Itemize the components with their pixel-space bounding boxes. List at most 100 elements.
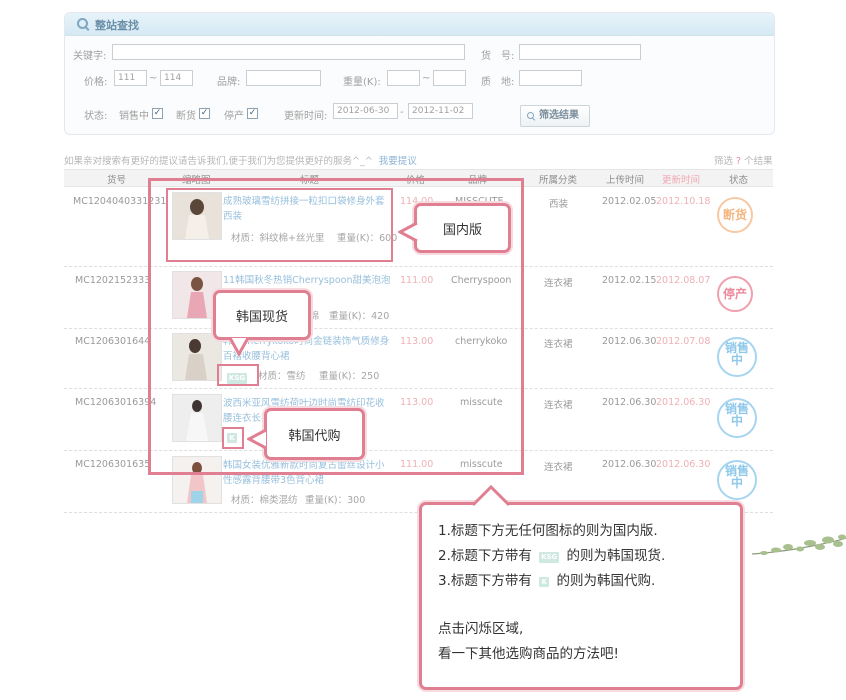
explanation-line-3-a: 3.标题下方带有 xyxy=(438,573,532,589)
callout-pointer-icon xyxy=(247,428,267,450)
product-material: 材质：棉类混纺 xyxy=(231,495,298,506)
status-stamp-on-sale: 销售中 xyxy=(717,460,757,500)
status-stamp-on-sale: 销售中 xyxy=(717,337,757,377)
status-option-label: 销售中 xyxy=(119,111,149,122)
search-panel: 整站查找 关键字: 货 号: 价格: 111 ~ 114 品牌: 重量(K): … xyxy=(64,12,775,135)
date-from-input[interactable]: 2012-06-30 xyxy=(333,103,398,119)
suggestion-text: 如果亲对搜索有更好的提议请告诉我们,便于我们为您提供更好的服务^_^ xyxy=(64,156,373,167)
update-date: 2012.06.30 xyxy=(656,397,711,408)
status-text: 销售中 xyxy=(724,402,749,428)
upload-date: 2012.06.30 xyxy=(602,459,657,470)
keyword-label: 关键字: xyxy=(73,51,107,62)
filter-results-label: 筛选结果 xyxy=(539,110,579,121)
upload-date: 2012.02.15 xyxy=(602,275,657,286)
price-range-separator: ~ xyxy=(149,73,158,84)
explanation-line-2-a: 2.标题下方带有 xyxy=(438,548,532,564)
status-text: 销售中 xyxy=(724,341,749,367)
callout-ksg-label: 韩国现货 xyxy=(235,310,288,325)
item-no-label: 货 号: xyxy=(481,51,515,62)
keyword-input[interactable] xyxy=(112,44,465,60)
result-count: 筛选 ? 个结果 xyxy=(714,153,773,167)
explanation-line-3-b: 的则为韩国代购. xyxy=(556,573,656,589)
column-header-uploaded[interactable]: 上传时间 xyxy=(606,172,644,186)
status-stamp-out-of-stock: 断货 xyxy=(717,197,753,233)
column-header-category[interactable]: 所属分类 xyxy=(539,172,577,186)
upload-date: 2012.02.05 xyxy=(602,196,657,207)
search-panel-title: 整站查找 xyxy=(95,19,139,32)
product-category: 连衣裙 xyxy=(544,339,573,350)
update-date: 2012.08.07 xyxy=(656,275,711,286)
brand-input[interactable] xyxy=(246,70,321,86)
search-panel-header: 整站查找 xyxy=(65,13,774,36)
item-number: MC1202152333 xyxy=(75,275,151,286)
explanation-line-3: 3.标题下方带有 K 的则为韩国代购. xyxy=(438,569,655,589)
date-range-separator: - xyxy=(400,107,404,118)
weight-max-input[interactable] xyxy=(433,70,466,86)
product-category: 连衣裙 xyxy=(544,462,573,473)
status-checkbox-onsale[interactable]: ✓ xyxy=(152,108,163,119)
explanation-box: 1.标题下方无任何图标的则为国内版. 2.标题下方带有 KSG 的则为韩国现货.… xyxy=(419,502,743,690)
suggestion-bar: 如果亲对搜索有更好的提议请告诉我们,便于我们为您提供更好的服务^_^ 我要提议 xyxy=(64,153,417,167)
status-checkbox-outofstock[interactable]: ✓ xyxy=(199,108,210,119)
search-icon xyxy=(527,112,534,119)
status-label: 状态: xyxy=(84,111,108,122)
update-time-label: 更新时间: xyxy=(284,111,328,122)
callout-pointer-icon xyxy=(471,485,511,507)
k-tag-icon: K xyxy=(539,577,550,587)
callout-domestic-label: 国内版 xyxy=(442,223,482,238)
update-date: 2012.06.30 xyxy=(656,459,711,470)
product-category: 连衣裙 xyxy=(544,400,573,411)
column-header-item-no[interactable]: 货号 xyxy=(107,172,126,186)
explanation-line-2: 2.标题下方带有 KSG 的则为韩国现货. xyxy=(438,544,665,564)
price-min-input[interactable]: 111 xyxy=(114,70,147,86)
product-category: 连衣裙 xyxy=(544,278,573,289)
product-weight: 重量(K)：300 xyxy=(305,495,366,506)
result-count-prefix: 筛选 xyxy=(714,156,734,167)
weight-label: 重量(K): xyxy=(343,77,381,88)
item-number: MC1206301635 xyxy=(75,459,151,470)
explanation-line-5: 看一下其他选购商品的方法吧! xyxy=(438,646,619,662)
status-text: 销售中 xyxy=(724,464,749,490)
origin-label: 质 地: xyxy=(481,77,515,88)
status-option-label: 断货 xyxy=(176,111,196,122)
status-stamp-discontinued: 停产 xyxy=(717,276,753,312)
column-header-status[interactable]: 状态 xyxy=(729,172,748,186)
product-category: 西装 xyxy=(549,199,569,210)
explanation-line-4: 点击闪烁区域, xyxy=(438,621,524,637)
callout-pointer-icon xyxy=(398,221,418,243)
explanation-line-1: 1.标题下方无任何图标的则为国内版. xyxy=(438,523,658,539)
callout-pointer-icon xyxy=(228,337,250,358)
explanation-line-2-b: 的则为韩国现货. xyxy=(566,548,666,564)
result-count-suffix: 个结果 xyxy=(744,156,773,167)
item-number: MC1206301644 xyxy=(75,336,151,347)
item-number: MC12063016394 xyxy=(75,397,157,408)
date-to-input[interactable]: 2012-11-02 xyxy=(408,103,473,119)
weight-range-separator: ~ xyxy=(422,73,431,84)
status-text: 停产 xyxy=(722,287,747,301)
filter-results-button[interactable]: 筛选结果 xyxy=(520,105,590,127)
status-checkbox-discontinued[interactable]: ✓ xyxy=(247,108,258,119)
callout-korea-stock: 韩国现货 xyxy=(213,290,311,340)
item-no-input[interactable] xyxy=(519,44,641,60)
weight-min-input[interactable] xyxy=(387,70,420,86)
origin-input[interactable] xyxy=(519,70,582,86)
brand-label: 品牌: xyxy=(217,77,241,88)
suggest-link[interactable]: 我要提议 xyxy=(379,156,417,167)
status-option-label: 停产 xyxy=(224,111,244,122)
highlight-k-tag xyxy=(222,427,244,449)
result-count-value: ? xyxy=(736,156,742,167)
callout-k-label: 韩国代购 xyxy=(288,429,341,444)
search-icon xyxy=(77,18,88,29)
leaf-branch-decoration xyxy=(752,534,846,555)
upload-date: 2012.06.30 xyxy=(602,336,657,347)
status-stamp-on-sale: 销售中 xyxy=(717,398,757,438)
update-date: 2012.10.18 xyxy=(656,196,711,207)
status-text: 断货 xyxy=(722,208,747,222)
ksg-tag-icon: KSG xyxy=(539,552,560,563)
update-date: 2012.07.08 xyxy=(656,336,711,347)
column-header-updated[interactable]: 更新时间 xyxy=(662,172,700,186)
upload-date: 2012.06.30 xyxy=(602,397,657,408)
callout-korea-agent: 韩国代购 xyxy=(264,408,365,460)
highlight-ksg-tag xyxy=(217,364,259,386)
price-max-input[interactable]: 114 xyxy=(160,70,193,86)
